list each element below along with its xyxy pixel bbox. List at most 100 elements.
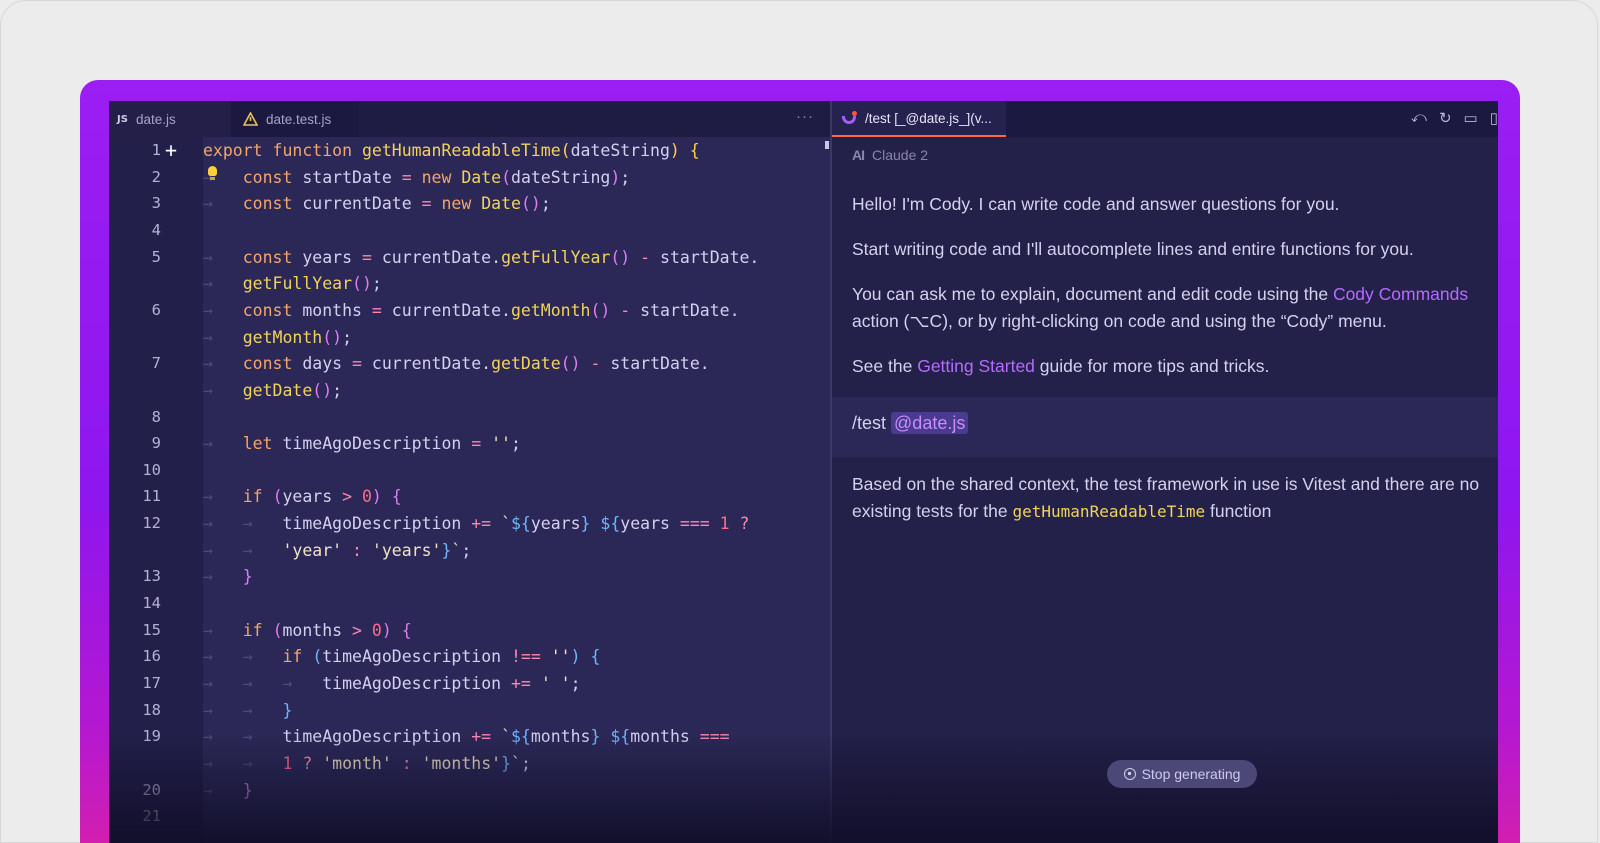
code-line[interactable]: → getMonth();	[109, 324, 830, 351]
code-line[interactable]: 16 → → if (timeAgoDescription !== '') {	[109, 643, 830, 670]
code-token: }	[590, 727, 601, 747]
code-token: ()	[322, 327, 343, 347]
ide-window: JS date.js date.test.js ··· 1 export func…	[109, 101, 1498, 843]
code-line[interactable]: 17 → → → timeAgoDescription += ' ';	[109, 670, 830, 697]
code-line[interactable]: 8	[109, 404, 830, 431]
code-token: ()	[560, 354, 581, 374]
code-token: +=	[471, 727, 502, 747]
line-content: → const currentDate = new Date();	[203, 190, 551, 217]
indent-guide: →	[203, 780, 243, 800]
ask-text-pre: You can ask me to explain, document and …	[852, 284, 1333, 304]
code-token: 'months'	[421, 753, 502, 773]
code-token: ;	[332, 380, 343, 400]
code-token: startDate.	[640, 300, 740, 320]
code-token: -	[590, 354, 611, 374]
code-token: new	[441, 194, 482, 214]
cody-logo-icon	[842, 111, 858, 125]
code-line[interactable]: 4	[109, 217, 830, 244]
refresh-icon[interactable]: ↻	[1439, 109, 1452, 127]
code-line[interactable]: 5 → const years = currentDate.getFullYear…	[109, 244, 830, 271]
code-line[interactable]: 15 → if (months > 0) {	[109, 617, 830, 644]
line-content: → getDate();	[203, 377, 342, 404]
panel-icon[interactable]: ▯	[1490, 109, 1498, 127]
code-line[interactable]: 13 → }	[109, 563, 830, 590]
history-icon[interactable]: ⤺	[1411, 109, 1427, 127]
code-area[interactable]: 1 export function getHumanReadableTime(da…	[109, 137, 830, 843]
code-token: ${	[511, 514, 531, 534]
code-token: {	[391, 487, 402, 507]
code-line[interactable]: 10	[109, 457, 830, 484]
code-token: `	[501, 514, 511, 534]
reply-pre: existing tests for the	[852, 501, 1013, 521]
code-token: -	[620, 300, 641, 320]
code-line[interactable]: → getFullYear();	[109, 270, 830, 297]
code-token: timeAgoDescription	[282, 434, 472, 454]
code-line[interactable]: 14	[109, 590, 830, 617]
add-plus-icon[interactable]: +	[165, 139, 177, 161]
code-line[interactable]: 20 → }	[109, 777, 830, 804]
code-line[interactable]: → → 1 ? 'month' : 'months'}`;	[109, 750, 830, 777]
code-token: }	[501, 753, 512, 773]
code-token: 1	[719, 514, 740, 534]
code-line[interactable]: 9 → let timeAgoDescription = '';	[109, 430, 830, 457]
code-line[interactable]: 21	[109, 803, 830, 830]
stop-generating-button[interactable]: Stop generating	[1107, 760, 1257, 788]
code-token: years	[282, 487, 343, 507]
code-token: ()	[312, 380, 333, 400]
ask-text: You can ask me to explain, document and …	[852, 281, 1498, 308]
line-content: → → }	[203, 697, 292, 724]
code-line[interactable]: → → 'year' : 'years'}`;	[109, 537, 830, 564]
code-token: const	[242, 247, 303, 267]
lightbulb-icon[interactable]	[208, 165, 217, 180]
new-chat-icon[interactable]: ▭	[1464, 109, 1478, 127]
line-number: 14	[142, 594, 161, 613]
code-line[interactable]: 1 export function getHumanReadableTime(da…	[109, 137, 830, 164]
code-token: ;	[461, 540, 472, 560]
code-token: getHumanReadableTime	[361, 141, 561, 160]
code-line[interactable]: 2 → const startDate = new Date(dateString…	[109, 164, 830, 191]
code-line[interactable]: 12 → → timeAgoDescription += `${years} ${…	[109, 510, 830, 537]
code-token: ${	[600, 514, 621, 534]
code-line[interactable]: 3 → const currentDate = new Date();	[109, 190, 830, 217]
indent-guide: →	[242, 540, 283, 560]
gradient-frame: JS date.js date.test.js ··· 1 export func…	[80, 80, 1520, 843]
reply-post: function	[1205, 501, 1272, 521]
chat-tab-bar: /test [_@date.js_](v... ⤺ ↻ ▭ ▯	[832, 101, 1498, 137]
code-line[interactable]: 18 → → }	[109, 697, 830, 724]
code-token: ''	[550, 647, 571, 667]
code-token: timeAgoDescription	[282, 514, 472, 534]
code-token: (	[272, 620, 283, 640]
code-token: currentDate.	[381, 247, 502, 267]
line-number: 20	[142, 780, 161, 799]
code-line[interactable]: 19 → → timeAgoDescription += `${months} $…	[109, 723, 830, 750]
tab-date-test-js[interactable]: date.test.js	[231, 101, 359, 137]
code-token: (	[560, 141, 571, 160]
code-line[interactable]: → getDate();	[109, 377, 830, 404]
code-token: (	[272, 487, 283, 507]
model-name: Claude 2	[872, 147, 929, 163]
code-token: ' '	[540, 674, 571, 693]
code-token: getDate	[242, 380, 313, 400]
code-token: export	[203, 141, 273, 160]
code-token: months	[630, 727, 700, 747]
line-number: 5	[151, 247, 161, 266]
code-token: currentDate	[302, 194, 422, 214]
more-actions-button[interactable]: ···	[796, 108, 814, 125]
cody-chat-panel: /test [_@date.js_](v... ⤺ ↻ ▭ ▯ AI Claud…	[832, 101, 1498, 843]
code-token: function	[272, 141, 362, 160]
code-token: ?	[302, 753, 323, 773]
cody-commands-link[interactable]: Cody Commands	[1333, 284, 1468, 304]
code-line[interactable]: 11 → if (years > 0) {	[109, 483, 830, 510]
code-line[interactable]: 6 → const months = currentDate.getMonth()…	[109, 297, 830, 324]
model-indicator: AI Claude 2	[852, 147, 928, 163]
tab-cody-chat[interactable]: /test [_@date.js_](v...	[832, 101, 1006, 137]
code-line[interactable]: 7 → const days = currentDate.getDate() - …	[109, 350, 830, 377]
code-token: ()	[610, 247, 631, 267]
code-token: ()	[590, 300, 611, 320]
file-mention[interactable]: @date.js	[891, 412, 969, 434]
getting-started-link[interactable]: Getting Started	[917, 356, 1035, 376]
tab-date-js[interactable]: JS date.js	[109, 101, 231, 137]
